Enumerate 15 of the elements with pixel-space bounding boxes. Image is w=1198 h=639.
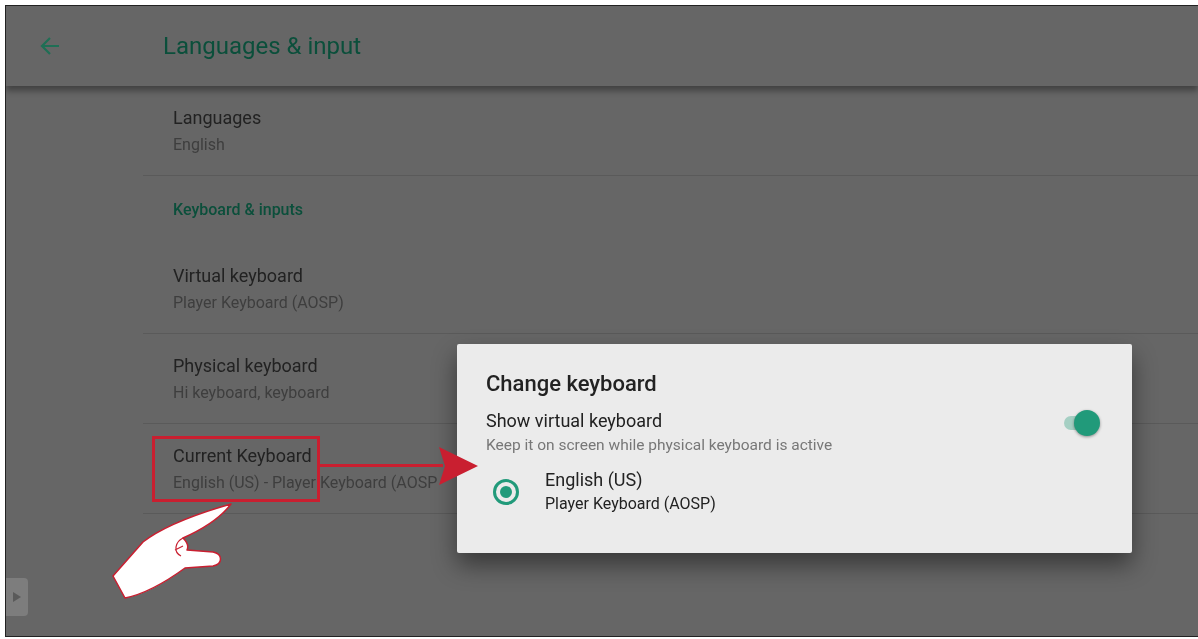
switch-summary: Keep it on screen while physical keyboard is active: [486, 435, 833, 455]
radio-button[interactable]: [493, 478, 519, 505]
switch-label: Show virtual keyboard: [486, 410, 664, 432]
option-summary: Player Keyboard (AOSP): [545, 494, 716, 514]
dialog-title: Change keyboard: [486, 370, 657, 398]
item-title: Languages: [173, 106, 262, 129]
play-triangle-icon: [13, 592, 21, 602]
option-title: English (US): [545, 469, 644, 491]
item-title: Virtual keyboard: [173, 264, 303, 287]
item-title: Physical keyboard: [173, 354, 318, 377]
section-header: Keyboard & inputs: [173, 199, 304, 221]
page-title: Languages & input: [163, 31, 362, 62]
item-title: Current Keyboard: [173, 444, 312, 467]
keyboard-option[interactable]: English (US) Player Keyboard (AOSP): [486, 469, 1100, 514]
side-handle[interactable]: [6, 578, 28, 616]
